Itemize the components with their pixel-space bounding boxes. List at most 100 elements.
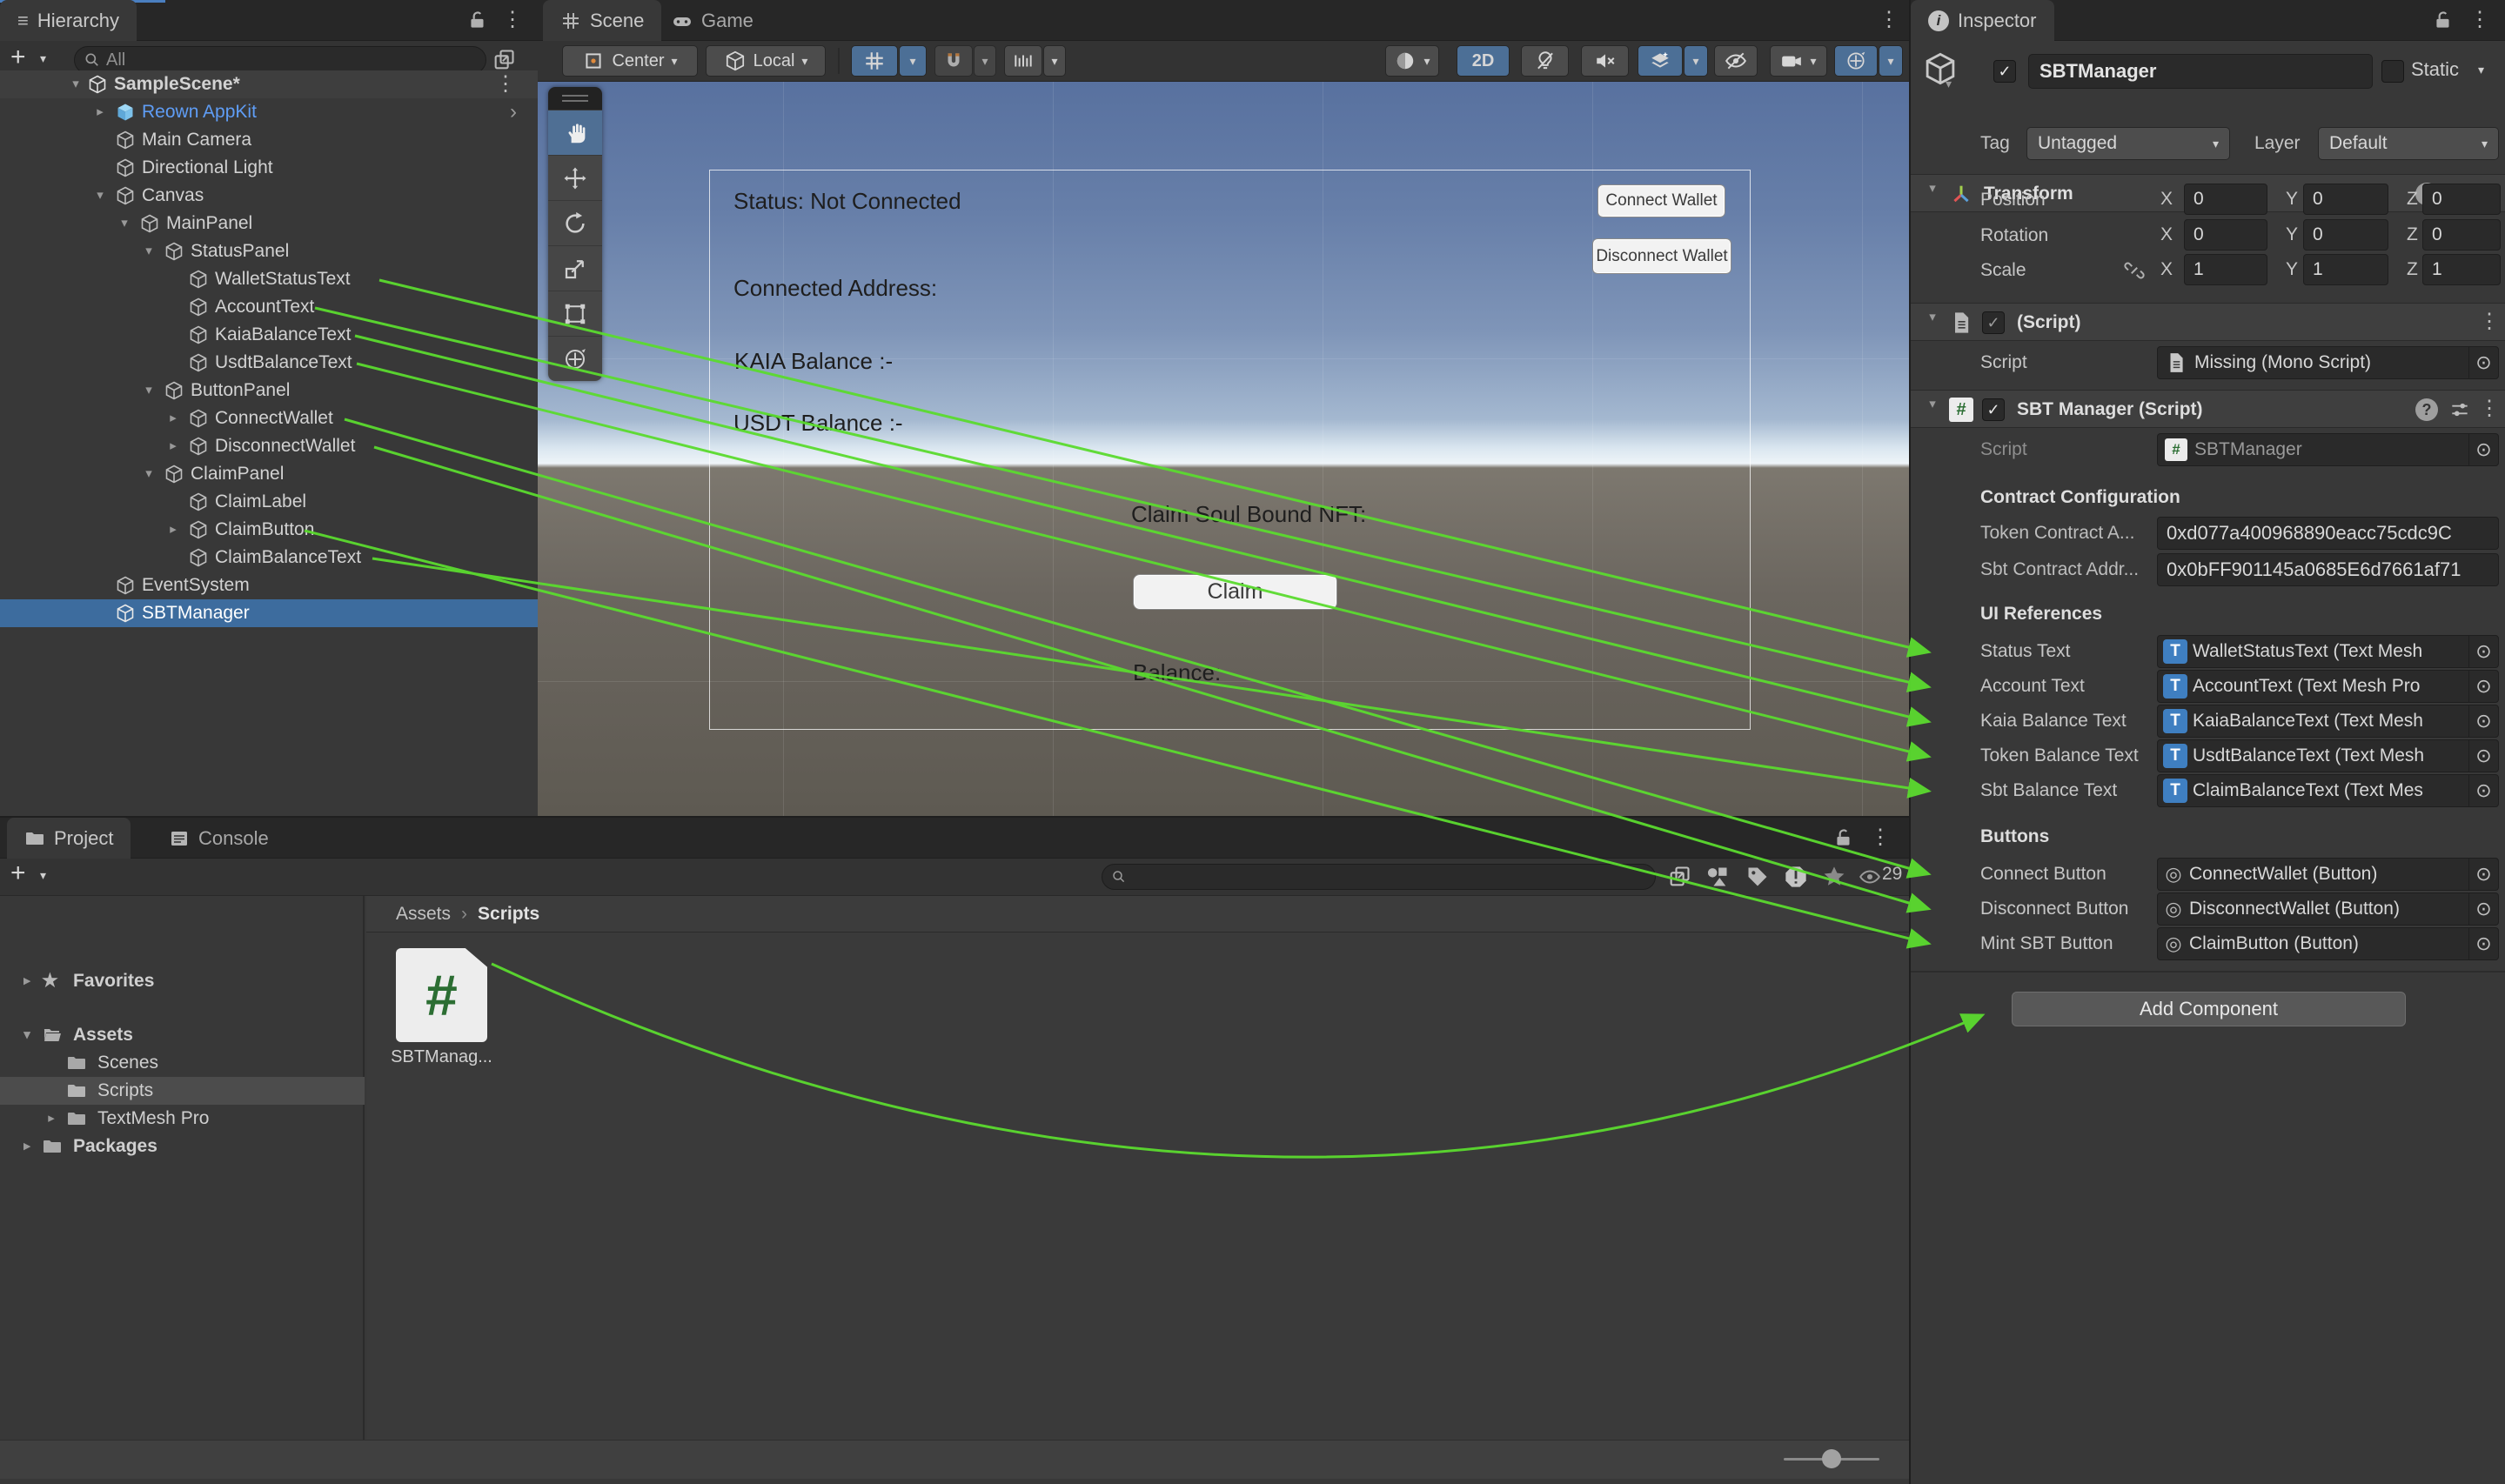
hand-tool-button[interactable] xyxy=(548,110,602,155)
foldout-icon[interactable]: ▾ xyxy=(1923,180,1942,196)
object-picker-icon[interactable]: ⊙ xyxy=(2468,434,2498,465)
scale-tool-button[interactable] xyxy=(548,245,602,291)
gameobject-cube-icon[interactable] xyxy=(1922,50,1959,87)
mint-sbt-button-field[interactable]: ◎ ClaimButton (Button) ⊙ xyxy=(2157,927,2499,960)
foldout-icon[interactable]: ▸ xyxy=(17,967,37,995)
hierarchy-row[interactable]: Directional Light xyxy=(0,154,538,182)
position-x-field[interactable]: 0 xyxy=(2184,184,2267,215)
project-tree-textmeshpro[interactable]: ▸ TextMesh Pro xyxy=(0,1105,365,1133)
hierarchy-row[interactable]: Main Camera xyxy=(0,126,538,154)
kebab-menu-icon[interactable]: ⋮ xyxy=(2467,7,2493,32)
pick-window-icon[interactable] xyxy=(1667,865,1691,889)
thumbnail-zoom-knob[interactable] xyxy=(1822,1449,1841,1468)
camera-settings-button[interactable]: ▾ xyxy=(1770,45,1827,77)
gizmos-button[interactable] xyxy=(1834,45,1878,77)
hierarchy-row[interactable]: ▾ MainPanel xyxy=(0,210,538,237)
project-tree-favorites[interactable]: ▸ ★ Favorites xyxy=(0,967,365,995)
prefab-chevron-icon[interactable]: › xyxy=(510,98,517,126)
tools-drag-handle[interactable] xyxy=(548,87,602,110)
lock-icon[interactable] xyxy=(466,9,489,31)
component-checkbox[interactable]: ✓ xyxy=(1982,311,2005,334)
disconnect-wallet-button[interactable]: Disconnect Wallet xyxy=(1592,238,1731,274)
rotation-y-field[interactable]: 0 xyxy=(2303,219,2388,251)
foldout-icon[interactable]: ▸ xyxy=(164,516,183,544)
object-picker-icon[interactable]: ⊙ xyxy=(2468,775,2498,806)
tag-dropdown[interactable]: Untagged ▾ xyxy=(2026,127,2230,160)
object-picker-icon[interactable]: ⊙ xyxy=(2468,636,2498,667)
search-importlog-icon[interactable] xyxy=(1784,865,1808,889)
kebab-menu-icon[interactable]: ⋮ xyxy=(499,7,526,32)
hierarchy-row[interactable]: ▾ ButtonPanel xyxy=(0,377,538,404)
project-tree-scenes[interactable]: Scenes xyxy=(0,1049,365,1077)
tab-game[interactable]: Game xyxy=(654,0,771,41)
foldout-icon[interactable]: ▸ xyxy=(90,98,110,126)
gameobject-caret-icon[interactable]: ▾ xyxy=(1946,77,1952,91)
tab-inspector[interactable]: i Inspector xyxy=(1911,0,2054,41)
effects-button[interactable] xyxy=(1638,45,1683,77)
foldout-icon[interactable]: ▾ xyxy=(139,237,158,265)
hidden-objects-button[interactable] xyxy=(1714,45,1758,77)
kebab-menu-icon[interactable]: ⋮ xyxy=(2476,396,2502,421)
static-checkbox[interactable] xyxy=(2381,60,2404,83)
sbt-contract-field[interactable]: 0x0bFF901145a0685E6d7661af71 xyxy=(2157,553,2499,586)
hierarchy-row[interactable]: ▸ ConnectWallet xyxy=(0,404,538,432)
sbt-balance-field[interactable]: T ClaimBalanceText (Text Mes ⊙ xyxy=(2157,774,2499,807)
scale-link-icon[interactable] xyxy=(2123,259,2146,282)
search-by-type-icon[interactable] xyxy=(1705,865,1730,889)
rotate-tool-button[interactable] xyxy=(548,200,602,245)
hierarchy-row[interactable]: ▸ DisconnectWallet xyxy=(0,432,538,460)
hierarchy-row[interactable]: ▾ ClaimPanel xyxy=(0,460,538,488)
kaia-balance-field[interactable]: T KaiaBalanceText (Text Mesh ⊙ xyxy=(2157,705,2499,738)
foldout-icon[interactable]: ▾ xyxy=(139,460,158,488)
orientation-button[interactable]: Local ▾ xyxy=(706,45,826,77)
disconnect-button-field[interactable]: ◎ DisconnectWallet (Button) ⊙ xyxy=(2157,892,2499,926)
project-tree-scripts-selected[interactable]: Scripts xyxy=(0,1077,365,1105)
object-picker-icon[interactable]: ⊙ xyxy=(2468,671,2498,702)
status-text-field[interactable]: T WalletStatusText (Text Mesh ⊙ xyxy=(2157,635,2499,668)
object-picker-icon[interactable]: ⊙ xyxy=(2468,347,2498,378)
component-checkbox[interactable]: ✓ xyxy=(1982,398,2005,421)
effects-caret[interactable]: ▾ xyxy=(1684,45,1708,77)
breadcrumb-scripts[interactable]: Scripts xyxy=(478,904,539,925)
token-balance-field[interactable]: T UsdtBalanceText (Text Mesh ⊙ xyxy=(2157,739,2499,772)
lock-icon[interactable] xyxy=(2432,9,2455,31)
hierarchy-row[interactable]: ClaimBalanceText xyxy=(0,544,538,572)
create-caret-icon[interactable]: ▾ xyxy=(40,868,46,883)
rotation-x-field[interactable]: 0 xyxy=(2184,219,2267,251)
move-tool-button[interactable] xyxy=(548,155,602,200)
foldout-icon[interactable]: ▾ xyxy=(17,1021,37,1049)
hierarchy-row-selected[interactable]: SBTManager xyxy=(0,599,538,627)
active-checkbox[interactable]: ✓ xyxy=(1993,60,2016,83)
missing-script-header[interactable]: ▾ ✓ (Script) ⋮ xyxy=(1911,303,2505,341)
foldout-icon[interactable]: ▸ xyxy=(164,404,183,432)
kebab-menu-icon[interactable]: ⋮ xyxy=(1867,825,1893,850)
hierarchy-row[interactable]: AccountText xyxy=(0,293,538,321)
claim-button[interactable]: Claim xyxy=(1133,574,1337,610)
hierarchy-row[interactable]: ClaimLabel xyxy=(0,488,538,516)
hierarchy-row[interactable]: KaiaBalanceText xyxy=(0,321,538,349)
snap-toggle-button[interactable] xyxy=(934,45,973,77)
presets-icon[interactable] xyxy=(2448,398,2471,421)
favorites-star-icon[interactable] xyxy=(1822,865,1846,889)
kebab-menu-icon[interactable]: ⋮ xyxy=(1876,7,1902,32)
create-caret-icon[interactable]: ▾ xyxy=(40,51,46,66)
shading-mode-button[interactable]: ▾ xyxy=(1385,45,1439,77)
foldout-icon[interactable]: ▸ xyxy=(17,1133,37,1160)
transform-tool-button[interactable] xyxy=(548,336,602,381)
scene-audio-button[interactable] xyxy=(1581,45,1629,77)
hierarchy-row[interactable]: UsdtBalanceText xyxy=(0,349,538,377)
foldout-icon[interactable]: ▾ xyxy=(66,70,85,98)
object-picker-icon[interactable]: ⊙ xyxy=(2468,893,2498,925)
kebab-menu-icon[interactable]: ⋮ xyxy=(2476,309,2502,334)
scale-z-field[interactable]: 1 xyxy=(2422,254,2501,285)
layer-dropdown[interactable]: Default ▾ xyxy=(2318,127,2499,160)
missing-script-field[interactable]: Missing (Mono Script) ⊙ xyxy=(2157,346,2499,379)
connect-button-field[interactable]: ◎ ConnectWallet (Button) ⊙ xyxy=(2157,858,2499,891)
pivot-mode-button[interactable]: Center ▾ xyxy=(562,45,698,77)
gameobject-name-field[interactable]: SBTManager xyxy=(2028,54,2373,89)
foldout-icon[interactable]: ▾ xyxy=(139,377,158,404)
hierarchy-row[interactable]: ▾ StatusPanel xyxy=(0,237,538,265)
foldout-icon[interactable]: ▾ xyxy=(1923,396,1942,411)
hierarchy-row[interactable]: WalletStatusText xyxy=(0,265,538,293)
foldout-icon[interactable]: ▾ xyxy=(1923,309,1942,324)
